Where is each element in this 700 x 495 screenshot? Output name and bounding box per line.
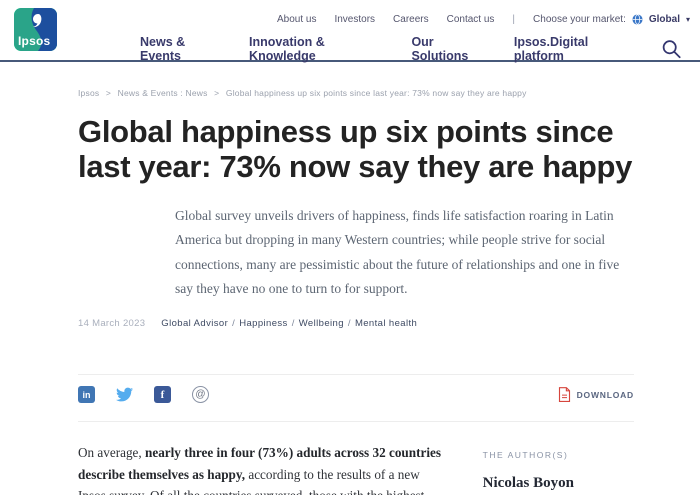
breadcrumb-separator: > — [106, 88, 111, 98]
ipsos-logo-text: Ipsos — [18, 34, 50, 48]
market-value: Global — [649, 14, 680, 25]
ipsos-logo[interactable]: Ipsos — [14, 8, 57, 51]
page-content: Ipsos > News & Events : News > Global ha… — [0, 88, 700, 495]
breadcrumb-current: Global happiness up six points since las… — [226, 88, 527, 98]
utility-divider: | — [512, 14, 515, 25]
nav-ipsos-digital[interactable]: Ipsos.Digital platform — [514, 35, 635, 63]
tag-global-advisor[interactable]: Global Advisor — [161, 318, 228, 329]
main-nav: News & Events Innovation & Knowledge Our… — [140, 25, 700, 63]
email-icon[interactable]: @ — [192, 386, 209, 403]
facebook-icon[interactable]: f — [154, 386, 171, 403]
article-columns: On average, nearly three in four (73%) a… — [78, 442, 632, 495]
authors-sidebar: THE AUTHOR(S) Nicolas Boyon Public Affai… — [483, 442, 632, 495]
tag-wellbeing[interactable]: Wellbeing — [299, 318, 344, 329]
search-icon[interactable] — [661, 38, 682, 60]
breadcrumb-separator: > — [214, 88, 219, 98]
nav-contact-us[interactable]: Contact us — [447, 14, 495, 25]
tag-mental-health[interactable]: Mental health — [355, 318, 417, 329]
article-meta: 14 March 2023 Global Advisor / Happiness / W… — [78, 318, 632, 329]
authors-heading: THE AUTHOR(S) — [483, 450, 632, 460]
tag-separator: / — [292, 318, 295, 329]
market-label: Choose your market: — [533, 14, 626, 25]
breadcrumb-home[interactable]: Ipsos — [78, 88, 99, 98]
nav-news-events[interactable]: News & Events — [140, 35, 225, 63]
breadcrumb-section[interactable]: News & Events : News — [118, 88, 208, 98]
divider — [78, 374, 634, 375]
breadcrumb: Ipsos > News & Events : News > Global ha… — [78, 88, 632, 98]
tag-happiness[interactable]: Happiness — [239, 318, 288, 329]
linkedin-icon[interactable]: in — [78, 386, 95, 403]
article-subtitle: Global survey unveils drivers of happine… — [175, 204, 632, 301]
nav-about-us[interactable]: About us — [277, 14, 316, 25]
share-bar: in f @ DOWNLOAD — [78, 386, 634, 403]
tag-separator: / — [232, 318, 235, 329]
globe-icon — [632, 14, 643, 25]
author-name[interactable]: Nicolas Boyon — [483, 475, 632, 492]
nav-careers[interactable]: Careers — [393, 14, 429, 25]
tag-list: Global Advisor / Happiness / Wellbeing / Menta… — [161, 318, 417, 329]
nav-innovation-knowledge[interactable]: Innovation & Knowledge — [249, 35, 387, 63]
download-button[interactable]: DOWNLOAD — [558, 387, 634, 402]
pdf-icon — [558, 387, 571, 402]
divider — [78, 421, 634, 422]
social-icons: in f @ — [78, 386, 209, 403]
paragraph-text: On average, — [78, 445, 145, 460]
publish-date: 14 March 2023 — [78, 318, 145, 329]
tag-separator: / — [348, 318, 351, 329]
nav-investors[interactable]: Investors — [334, 14, 375, 25]
site-header: Ipsos About us Investors Careers Contact… — [0, 0, 700, 62]
page-title: Global happiness up six points since las… — [78, 114, 653, 184]
download-label: DOWNLOAD — [577, 390, 634, 400]
nav-our-solutions[interactable]: Our Solutions — [411, 35, 489, 63]
market-selector[interactable]: Choose your market: Global ▾ — [533, 14, 690, 25]
article-paragraph: On average, nearly three in four (73%) a… — [78, 442, 449, 495]
header-right: About us Investors Careers Contact us | … — [140, 0, 700, 63]
twitter-icon[interactable] — [116, 386, 133, 403]
utility-nav: About us Investors Careers Contact us | … — [140, 0, 700, 25]
chevron-down-icon: ▾ — [686, 15, 690, 24]
article-body: On average, nearly three in four (73%) a… — [78, 442, 449, 495]
